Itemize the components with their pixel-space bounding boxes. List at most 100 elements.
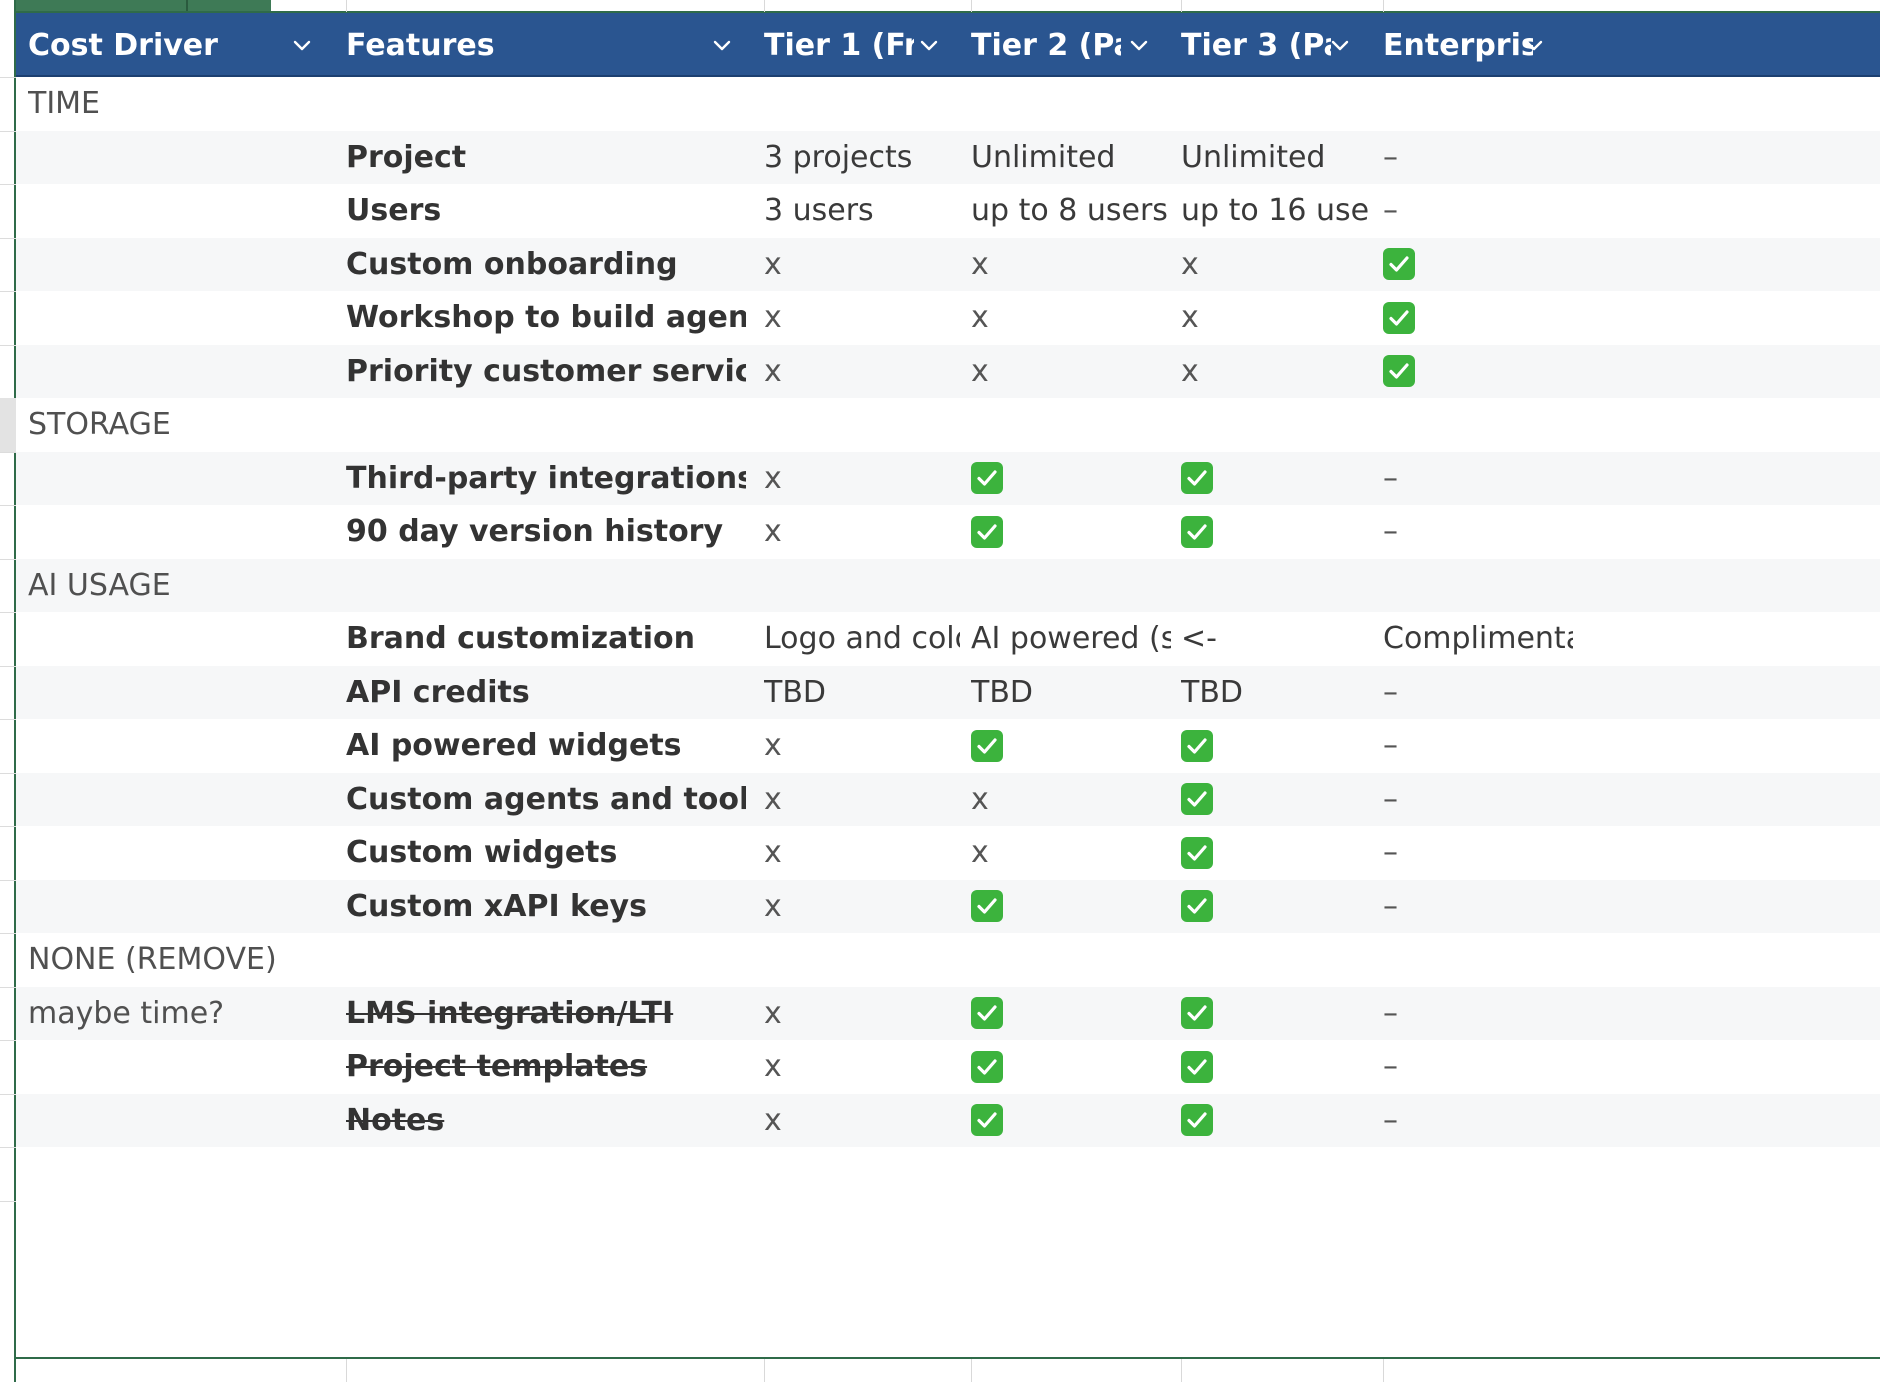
- tier2-cell[interactable]: [971, 77, 1171, 131]
- enterprise-cell[interactable]: –: [1383, 1040, 1573, 1094]
- tier1-cell[interactable]: x: [764, 452, 960, 506]
- enterprise-cell[interactable]: –: [1383, 719, 1573, 773]
- tier3-cell[interactable]: up to 16 users: [1181, 184, 1371, 238]
- feature-cell[interactable]: Custom widgets: [346, 826, 746, 880]
- feature-cell[interactable]: 90 day version history: [346, 505, 746, 559]
- enterprise-cell[interactable]: –: [1383, 184, 1573, 238]
- tier3-cell[interactable]: [1181, 826, 1371, 880]
- cost-driver-cell[interactable]: [28, 452, 328, 506]
- table-row[interactable]: AI powered widgets x –: [16, 719, 1880, 773]
- table-row[interactable]: Users 3 users up to 8 users up to 16 users–: [16, 184, 1880, 238]
- feature-cell[interactable]: [346, 559, 746, 613]
- tier2-cell[interactable]: [971, 505, 1171, 559]
- tier1-cell[interactable]: 3 users: [764, 184, 960, 238]
- tier2-cell[interactable]: [971, 719, 1171, 773]
- enterprise-cell[interactable]: –: [1383, 880, 1573, 934]
- cost-driver-cell[interactable]: [28, 345, 328, 399]
- feature-cell[interactable]: API credits: [346, 666, 746, 720]
- table-row[interactable]: AI USAGE: [16, 558, 1880, 613]
- tier2-cell[interactable]: [971, 452, 1171, 506]
- table-row[interactable]: Third-party integrations x –: [16, 451, 1880, 506]
- enterprise-cell[interactable]: [1383, 238, 1573, 292]
- tier1-cell[interactable]: [764, 559, 960, 613]
- tier3-cell[interactable]: TBD: [1181, 666, 1371, 720]
- tier1-cell[interactable]: x: [764, 505, 960, 559]
- tier3-cell[interactable]: [1181, 559, 1371, 613]
- feature-cell[interactable]: Custom agents and tools: [346, 773, 746, 827]
- tier2-cell[interactable]: [971, 987, 1171, 1041]
- tier1-cell[interactable]: x: [764, 1094, 960, 1148]
- chevron-down-icon[interactable]: [1330, 35, 1350, 55]
- tier3-cell[interactable]: [1181, 1094, 1371, 1148]
- cost-driver-cell[interactable]: [28, 505, 328, 559]
- feature-cell[interactable]: Users: [346, 184, 746, 238]
- feature-cell[interactable]: [346, 933, 746, 987]
- table-row[interactable]: Project 3 projects Unlimited Unlimited –: [16, 130, 1880, 185]
- table-row[interactable]: Brand customization Logo and colors AI pow…: [16, 612, 1880, 666]
- tier2-cell[interactable]: up to 8 users: [971, 184, 1171, 238]
- cost-driver-cell[interactable]: AI USAGE: [28, 559, 328, 613]
- tier2-cell[interactable]: AI powered (sca: [971, 612, 1171, 666]
- cost-driver-cell[interactable]: [28, 291, 328, 345]
- header-cost-driver[interactable]: Cost Driver: [28, 13, 328, 77]
- tier1-cell[interactable]: [764, 398, 960, 452]
- tier1-cell[interactable]: x: [764, 345, 960, 399]
- enterprise-cell[interactable]: –: [1383, 131, 1573, 185]
- tier2-cell[interactable]: [971, 559, 1171, 613]
- table-row[interactable]: Project templates x –: [16, 1040, 1880, 1094]
- table-row[interactable]: STORAGE: [16, 398, 1880, 452]
- enterprise-cell[interactable]: –: [1383, 505, 1573, 559]
- header-features[interactable]: Features: [346, 13, 706, 77]
- tier1-cell[interactable]: x: [764, 880, 960, 934]
- tier3-cell[interactable]: [1181, 773, 1371, 827]
- tier3-cell[interactable]: [1181, 452, 1371, 506]
- feature-cell[interactable]: Project templates: [346, 1040, 746, 1094]
- tier1-cell[interactable]: Logo and colors: [764, 612, 960, 666]
- enterprise-cell[interactable]: [1383, 77, 1573, 131]
- feature-cell[interactable]: Custom onboarding: [346, 238, 746, 292]
- tier3-cell[interactable]: [1181, 505, 1371, 559]
- tier1-cell[interactable]: [764, 933, 960, 987]
- tier2-cell[interactable]: Unlimited: [971, 131, 1171, 185]
- tier2-cell[interactable]: [971, 398, 1171, 452]
- tier3-cell[interactable]: Unlimited: [1181, 131, 1371, 185]
- cost-driver-cell[interactable]: maybe time?: [28, 987, 328, 1041]
- tier3-cell[interactable]: x: [1181, 291, 1371, 345]
- cost-driver-cell[interactable]: [28, 612, 328, 666]
- cost-driver-cell[interactable]: [28, 826, 328, 880]
- table-row[interactable]: Custom xAPI keys x –: [16, 879, 1880, 934]
- cost-driver-cell[interactable]: [28, 773, 328, 827]
- enterprise-cell[interactable]: [1383, 398, 1573, 452]
- tier1-cell[interactable]: x: [764, 238, 960, 292]
- tier2-cell[interactable]: x: [971, 773, 1171, 827]
- tier2-cell[interactable]: [971, 1094, 1171, 1148]
- tier3-cell[interactable]: [1181, 987, 1371, 1041]
- table-row[interactable]: API credits TBD TBD TBD –: [16, 665, 1880, 720]
- table-row[interactable]: Workshop to build agents x x x: [16, 291, 1880, 345]
- tier1-cell[interactable]: TBD: [764, 666, 960, 720]
- feature-cell[interactable]: Project: [346, 131, 746, 185]
- tier3-cell[interactable]: [1181, 1040, 1371, 1094]
- tier2-cell[interactable]: x: [971, 291, 1171, 345]
- tier3-cell[interactable]: x: [1181, 238, 1371, 292]
- enterprise-cell[interactable]: [1383, 559, 1573, 613]
- feature-cell[interactable]: AI powered widgets: [346, 719, 746, 773]
- cost-driver-cell[interactable]: [28, 131, 328, 185]
- cost-driver-cell[interactable]: [28, 880, 328, 934]
- tier1-cell[interactable]: x: [764, 1040, 960, 1094]
- feature-cell[interactable]: Third-party integrations: [346, 452, 746, 506]
- feature-cell[interactable]: LMS integration/LTI: [346, 987, 746, 1041]
- chevron-down-icon[interactable]: [1524, 35, 1544, 55]
- table-row[interactable]: TIME: [16, 77, 1880, 131]
- tier3-cell[interactable]: [1181, 398, 1371, 452]
- tier2-cell[interactable]: [971, 880, 1171, 934]
- cost-driver-cell[interactable]: [28, 238, 328, 292]
- feature-cell[interactable]: Custom xAPI keys: [346, 880, 746, 934]
- table-row[interactable]: 90 day version history x –: [16, 505, 1880, 559]
- tier2-cell[interactable]: x: [971, 238, 1171, 292]
- tier2-cell[interactable]: x: [971, 345, 1171, 399]
- cost-driver-cell[interactable]: [28, 1094, 328, 1148]
- tier2-cell[interactable]: [971, 933, 1171, 987]
- enterprise-cell[interactable]: –: [1383, 1094, 1573, 1148]
- tier2-cell[interactable]: [971, 1040, 1171, 1094]
